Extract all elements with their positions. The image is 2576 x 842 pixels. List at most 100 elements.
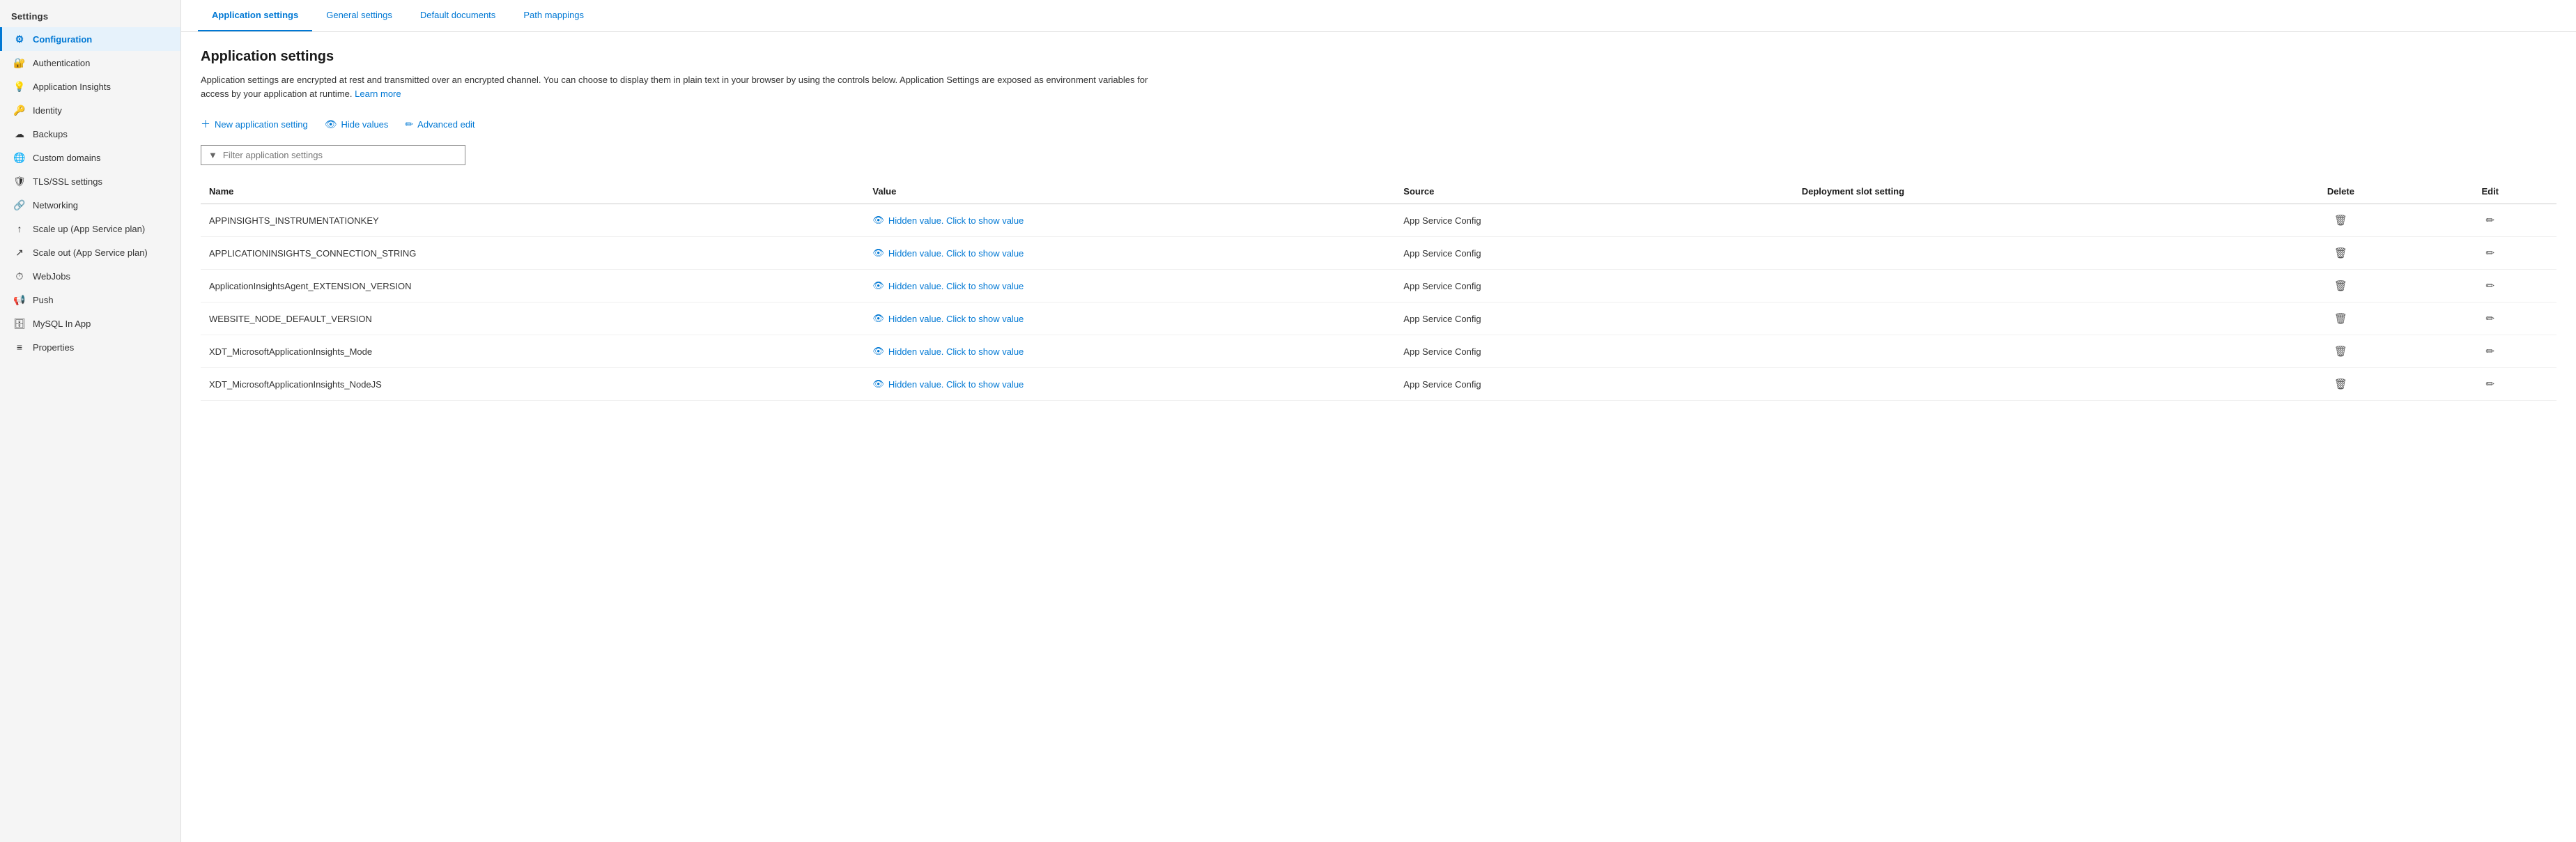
sidebar-item-tls-ssl-settings[interactable]: 🛡TLS/SSL settings [0,169,180,193]
table-row: ApplicationInsightsAgent_EXTENSION_VERSI… [201,270,2556,303]
col-header-edit: Edit [2423,179,2556,204]
filter-input[interactable] [223,150,458,160]
custom-domains-icon: 🌐 [13,151,26,164]
sidebar-item-webjobs[interactable]: ⏱WebJobs [0,264,180,288]
col-header-delete: Delete [2258,179,2423,204]
row-4-show-value-link[interactable]: 👁Hidden value. Click to show value [872,346,1387,357]
pencil-icon: ✏ [405,118,413,130]
table-body: APPINSIGHTS_INSTRUMENTATIONKEY👁Hidden va… [201,204,2556,401]
sidebar-item-configuration[interactable]: ⚙Configuration [0,27,180,51]
scale-up-icon: ↑ [13,222,26,235]
sidebar-item-scale-up[interactable]: ↑Scale up (App Service plan) [0,217,180,240]
eye-icon: 👁 [872,280,884,291]
row-3-show-value-link[interactable]: 👁Hidden value. Click to show value [872,313,1387,324]
table-row: WEBSITE_NODE_DEFAULT_VERSION👁Hidden valu… [201,303,2556,335]
row-5-edit-button[interactable]: ✏ [2480,375,2500,393]
hide-values-label: Hide values [341,119,388,130]
tab-default-documents[interactable]: Default documents [406,0,509,31]
application-insights-icon: 💡 [13,80,26,93]
row-0-deployment-slot [1794,204,2258,237]
row-1-value[interactable]: 👁Hidden value. Click to show value [864,237,1395,270]
sidebar-item-application-insights[interactable]: 💡 Application Insights [0,75,180,98]
table-row: APPINSIGHTS_INSTRUMENTATIONKEY👁Hidden va… [201,204,2556,237]
row-1-delete-button[interactable]: 🗑 [2329,244,2353,262]
row-3-deployment-slot [1794,303,2258,335]
table-row: XDT_MicrosoftApplicationInsights_Mode 👁Hi… [201,335,2556,368]
sidebar-items-container: ⚙Configuration🔐Authentication 💡 Applicatio… [0,27,180,359]
sidebar-item-label-scale-out: Scale out (App Service plan) [33,247,148,258]
col-header-value: Value [864,179,1395,204]
row-0-edit-button[interactable]: ✏ [2480,211,2500,229]
sidebar-item-backups[interactable]: ☁ Backups [0,122,180,146]
sidebar-item-scale-out[interactable]: ↗Scale out (App Service plan) [0,240,180,264]
eye-icon: 👁 [872,346,884,357]
filter-icon: ▼ [208,150,217,160]
new-setting-label: New application setting [215,119,308,130]
sidebar-item-label-identity: Identity [33,105,62,116]
row-5-show-value-link[interactable]: 👁Hidden value. Click to show value [872,378,1387,390]
tab-path-mappings[interactable]: Path mappings [509,0,598,31]
sidebar-item-push[interactable]: 📢Push [0,288,180,312]
sidebar-item-label-application-insights: Application Insights [33,82,111,92]
row-4-edit-button[interactable]: ✏ [2480,342,2500,360]
sidebar-item-properties[interactable]: ≡Properties [0,335,180,359]
table-header-row: Name Value Source Deployment slot settin… [201,179,2556,204]
row-5-name: XDT_MicrosoftApplicationInsights_NodeJS [201,368,864,401]
row-2-value-text: Hidden value. Click to show value [888,281,1024,291]
row-3-delete-cell: 🗑 [2258,303,2423,335]
configuration-icon: ⚙ [13,33,26,45]
row-2-delete-button[interactable]: 🗑 [2329,277,2353,295]
row-1-name: APPLICATIONINSIGHTS_CONNECTION_STRING [201,237,864,270]
row-1-edit-button[interactable]: ✏ [2480,244,2500,262]
main-content: Application settingsGeneral settingsDefa… [181,0,2576,842]
eye-icon: 👁 [872,247,884,259]
row-5-value[interactable]: 👁Hidden value. Click to show value [864,368,1395,401]
row-3-edit-cell: ✏ [2423,303,2556,335]
sidebar-item-label-backups: Backups [33,129,68,139]
row-4-value[interactable]: 👁Hidden value. Click to show value [864,335,1395,368]
row-3-value[interactable]: 👁Hidden value. Click to show value [864,303,1395,335]
sidebar-item-label-networking: Networking [33,200,78,210]
row-3-edit-button[interactable]: ✏ [2480,309,2500,328]
row-4-delete-cell: 🗑 [2258,335,2423,368]
advanced-edit-button[interactable]: ✏ Advanced edit [405,116,475,133]
row-5-delete-button[interactable]: 🗑 [2329,375,2353,393]
row-4-delete-button[interactable]: 🗑 [2329,342,2353,360]
row-0-value-text: Hidden value. Click to show value [888,215,1024,226]
row-3-delete-button[interactable]: 🗑 [2329,309,2353,328]
filter-wrapper: ▼ [201,145,465,165]
sidebar-item-label-mysql-in-app: MySQL In App [33,319,91,329]
plus-icon: ＋ [201,117,210,131]
row-0-delete-button[interactable]: 🗑 [2329,211,2353,229]
row-2-show-value-link[interactable]: 👁 Hidden value. Click to show value [872,280,1387,291]
learn-more-link[interactable]: Learn more [355,89,401,99]
tabs-bar: Application settingsGeneral settingsDefa… [181,0,2576,32]
col-header-deployment: Deployment slot setting [1794,179,2258,204]
row-4-source: App Service Config [1395,335,1793,368]
row-0-show-value-link[interactable]: 👁Hidden value. Click to show value [872,215,1387,226]
hide-values-button[interactable]: 👁 Hide values [325,116,389,133]
row-1-source: App Service Config [1395,237,1793,270]
sidebar-item-label-properties: Properties [33,342,74,353]
sidebar-item-networking[interactable]: 🔗Networking [0,193,180,217]
tab-application-settings[interactable]: Application settings [198,0,312,31]
advanced-edit-label: Advanced edit [417,119,475,130]
row-2-name: ApplicationInsightsAgent_EXTENSION_VERSI… [201,270,864,303]
sidebar-item-identity[interactable]: 🔑Identity [0,98,180,122]
sidebar-item-custom-domains[interactable]: 🌐Custom domains [0,146,180,169]
row-2-edit-cell: ✏ [2423,270,2556,303]
sidebar-item-label-push: Push [33,295,54,305]
row-2-edit-button[interactable]: ✏ [2480,277,2500,295]
sidebar-item-mysql-in-app[interactable]: 🗄 MySQL In App [0,312,180,335]
row-2-value[interactable]: 👁 Hidden value. Click to show value [864,270,1395,303]
tab-general-settings[interactable]: General settings [312,0,406,31]
sidebar-item-authentication[interactable]: 🔐Authentication [0,51,180,75]
backups-icon: ☁ [13,128,26,140]
row-4-name: XDT_MicrosoftApplicationInsights_Mode [201,335,864,368]
new-application-setting-button[interactable]: ＋ New application setting [201,114,308,134]
row-0-delete-cell: 🗑 [2258,204,2423,237]
page-title: Application settings [201,49,2556,65]
row-1-show-value-link[interactable]: 👁Hidden value. Click to show value [872,247,1387,259]
mysql-in-app-icon: 🗄 [13,317,26,330]
row-0-value[interactable]: 👁Hidden value. Click to show value [864,204,1395,237]
